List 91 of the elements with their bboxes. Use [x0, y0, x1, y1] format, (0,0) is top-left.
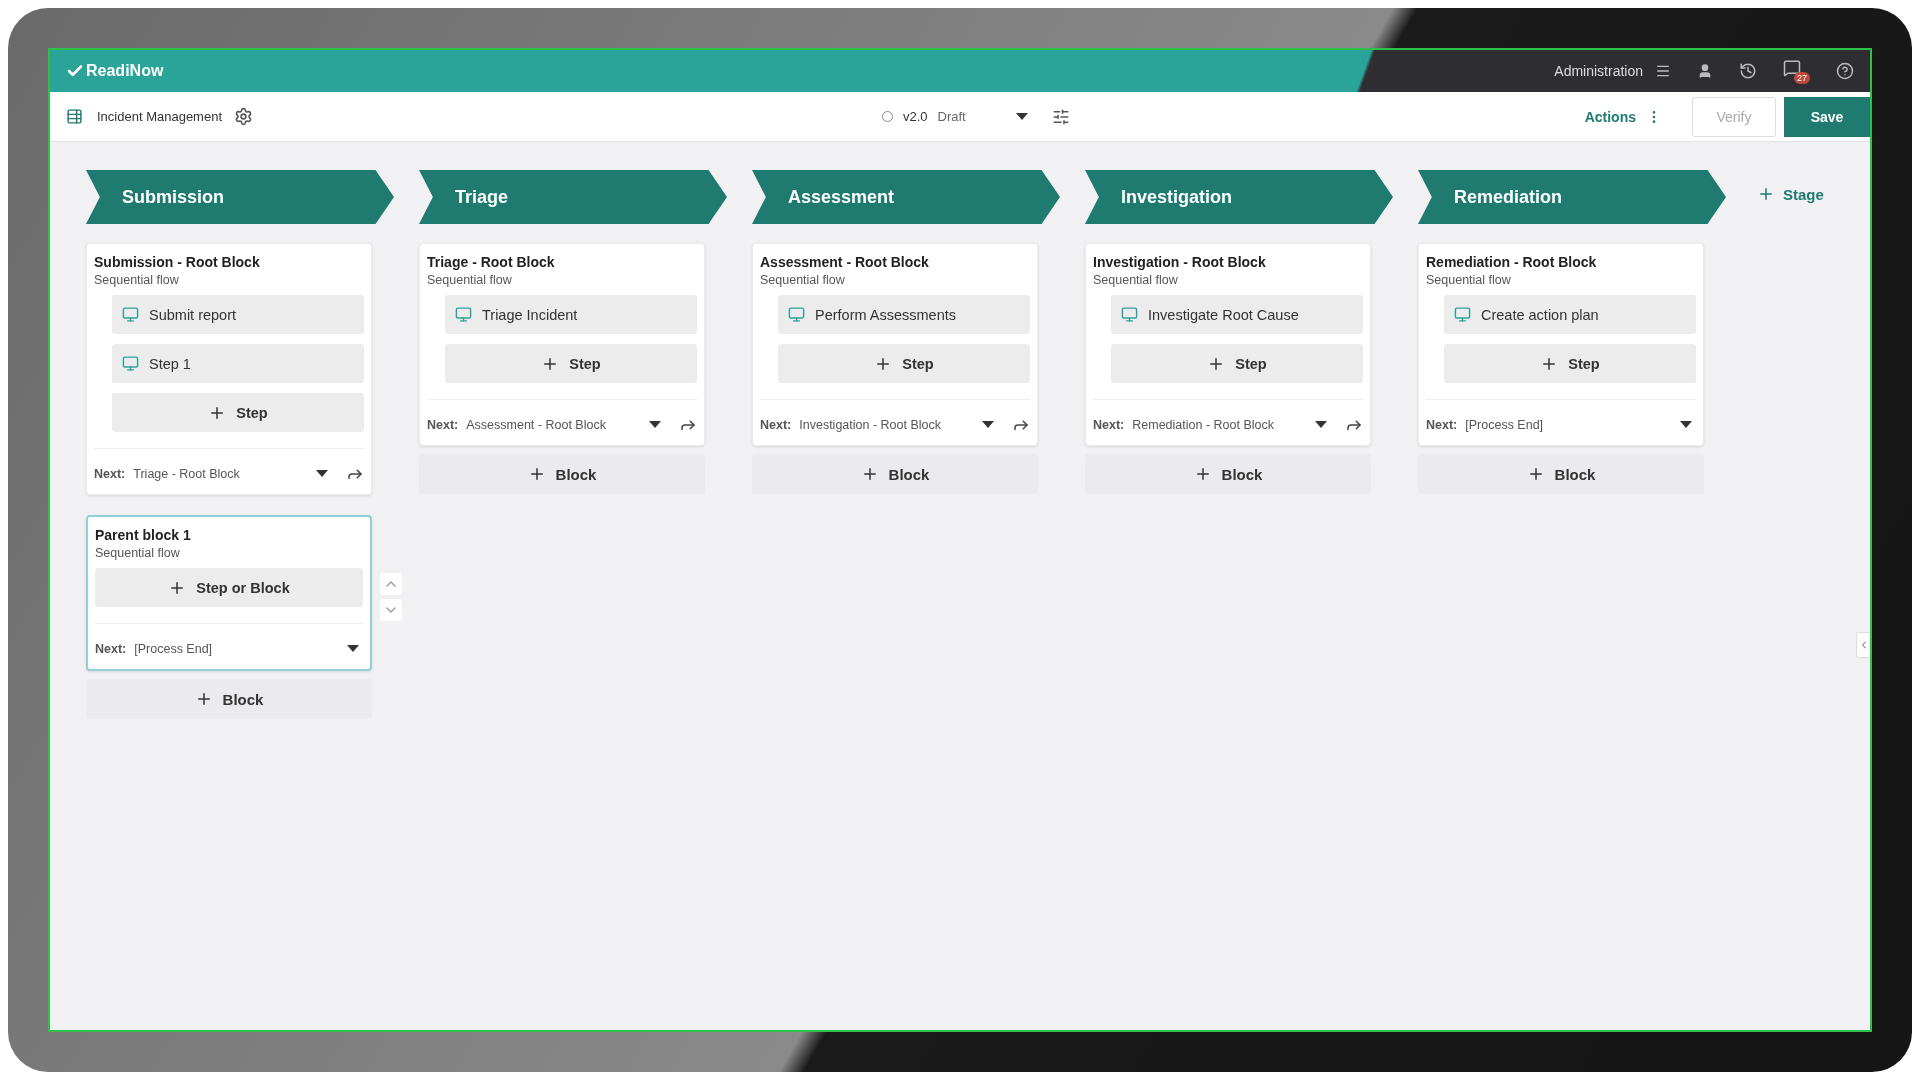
messages-button[interactable]: 27 [1783, 58, 1810, 84]
block-title: Submission - Root Block [94, 254, 261, 270]
step-item[interactable]: Step 1 [112, 344, 364, 383]
plus-icon [1757, 185, 1775, 203]
step-item[interactable]: Investigate Root Cause [1111, 295, 1363, 334]
actions-button[interactable]: Actions [1578, 107, 1668, 126]
history-button[interactable] [1739, 62, 1757, 80]
caret-icon [1315, 421, 1327, 428]
block-title: Triage - Root Block [427, 254, 556, 270]
help-button[interactable] [1836, 62, 1854, 80]
monitor-icon [122, 306, 139, 323]
block-card[interactable]: Parent block 1 Sequential flow Step or Block Next: [Process End] [86, 515, 372, 671]
next-label: Next: [95, 641, 127, 656]
step-item[interactable]: Submit report [112, 295, 364, 334]
next-label: Next: [760, 417, 792, 432]
stage-header[interactable]: Investigation [1085, 170, 1393, 224]
add-step-button[interactable]: Step or Block [95, 568, 363, 607]
add-step-button[interactable]: Step [1111, 344, 1363, 383]
block-card[interactable]: Remediation - Root Block Sequential flow Create action plan Step Next: [Process End] [1418, 243, 1704, 446]
block-subtitle: Sequential flow [1093, 273, 1179, 287]
history-icon [1739, 62, 1757, 80]
block-subtitle: Sequential flow [1426, 273, 1512, 287]
next-dropdown[interactable]: Assessment - Root Block [466, 417, 665, 432]
caret-icon [347, 645, 359, 652]
monitor-icon [122, 355, 139, 372]
next-label: Next: [427, 417, 459, 432]
add-block-button[interactable]: Block [86, 679, 372, 719]
notification-badge: 27 [1794, 71, 1810, 84]
caret-icon [316, 470, 328, 477]
next-dropdown[interactable]: Remediation - Root Block [1132, 417, 1331, 432]
next-label: Next: [1426, 417, 1458, 432]
stage-header[interactable]: Triage [419, 170, 727, 224]
add-block-button[interactable]: Block [1085, 454, 1371, 494]
block-subtitle: Sequential flow [95, 546, 181, 560]
stage-header[interactable]: Submission [86, 170, 394, 224]
next-dropdown[interactable]: Triage - Root Block [133, 466, 332, 481]
step-item[interactable]: Perform Assessments [778, 295, 1030, 334]
block-card[interactable]: Assessment - Root Block Sequential flow Perform Assessments Step Next: Investigation - Root Block [752, 243, 1038, 446]
caret-icon [982, 421, 994, 428]
block-card[interactable]: Submission - Root Block Sequential flow Submit report Step 1 Step Next: Triage - Root Block [86, 243, 372, 495]
admin-label: Administration [1554, 63, 1643, 79]
settings-icon [234, 107, 254, 126]
filter-button[interactable] [1051, 107, 1070, 126]
user-icon [1697, 63, 1713, 79]
menu-icon [1655, 63, 1671, 79]
add-block-button[interactable]: Block [1418, 454, 1704, 494]
block-subtitle: Sequential flow [427, 273, 513, 287]
next-dropdown[interactable]: [Process End] [1465, 417, 1696, 432]
next-label: Next: [1093, 417, 1125, 432]
block-subtitle: Sequential flow [760, 273, 846, 287]
save-button[interactable]: Save [1784, 96, 1870, 137]
block-card[interactable]: Investigation - Root Block Sequential flow Investigate Root Cause Step Next: Remediation - Root Block [1085, 243, 1371, 446]
block-title: Investigation - Root Block [1093, 254, 1267, 270]
version-label: v2.0 [902, 109, 928, 124]
next-label: Next: [94, 466, 126, 481]
help-icon [1836, 62, 1854, 80]
monitor-icon [1121, 306, 1138, 323]
next-dropdown[interactable]: [Process End] [134, 641, 363, 656]
caret-icon [649, 421, 661, 428]
next-dropdown[interactable]: Investigation - Root Block [799, 417, 998, 432]
step-item[interactable]: Triage Incident [445, 295, 697, 334]
monitor-icon [788, 306, 805, 323]
settings-button[interactable] [234, 107, 254, 126]
block-subtitle: Sequential flow [94, 273, 180, 287]
list-button[interactable] [66, 108, 83, 125]
sliders-icon [1051, 107, 1070, 126]
add-step-button[interactable]: Step [778, 344, 1030, 383]
add-block-button[interactable]: Block [752, 454, 1038, 494]
menu-button[interactable] [1655, 63, 1671, 79]
monitor-icon [1454, 306, 1471, 323]
stage-header[interactable]: Remediation [1418, 170, 1726, 224]
block-title: Assessment - Root Block [760, 254, 930, 270]
chat-icon [1783, 58, 1801, 77]
add-stage-button[interactable]: Stage [1751, 184, 1830, 204]
table-icon [66, 108, 83, 125]
workflow-title: Incident Management [97, 109, 223, 124]
step-item[interactable]: Create action plan [1444, 295, 1696, 334]
add-step-button[interactable]: Step [1444, 344, 1696, 383]
caret-icon [1015, 113, 1028, 120]
stage-header[interactable]: Assessment [752, 170, 1060, 224]
add-step-button[interactable]: Step [445, 344, 697, 383]
logo: ReadiNow [66, 62, 164, 80]
block-title: Remediation - Root Block [1426, 254, 1598, 270]
block-card[interactable]: Triage - Root Block Sequential flow Triage Incident Step Next: Assessment - Root Block [419, 243, 705, 446]
user-button[interactable] [1697, 63, 1713, 79]
caret-icon [1680, 421, 1692, 428]
block-title: Parent block 1 [95, 527, 192, 543]
add-step-button[interactable]: Step [112, 393, 364, 432]
monitor-icon [455, 306, 472, 323]
status-dropdown[interactable]: Draft [937, 109, 1028, 124]
add-block-button[interactable]: Block [419, 454, 705, 494]
